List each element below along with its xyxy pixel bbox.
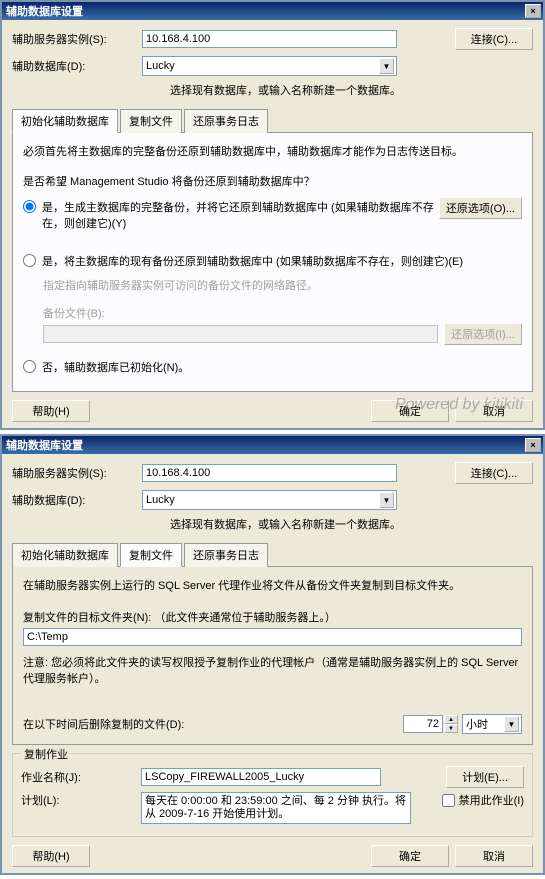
tab-restore-log[interactable]: 还原事务日志	[184, 543, 268, 567]
radio-already-initialized-label: 否，辅助数据库已初始化(N)。	[42, 359, 189, 375]
db-hint: 选择现有数据库，或输入名称新建一个数据库。	[170, 516, 533, 532]
init-desc: 必须首先将主数据库的完整备份还原到辅助数据库中，辅助数据库才能作为日志传送目标。	[23, 143, 522, 159]
copy-job-group-title: 复制作业	[21, 746, 71, 762]
init-question: 是否希望 Management Studio 将备份还原到辅助数据库中？	[23, 173, 522, 189]
tab-pane-initialize: 必须首先将主数据库的完整备份还原到辅助数据库中，辅助数据库才能作为日志传送目标。…	[12, 133, 533, 392]
spinner-up-icon[interactable]: ▲	[444, 715, 458, 724]
server-instance-input[interactable]	[142, 30, 397, 48]
folder-note: 注意: 您必须将此文件夹的读写权限授予复制作业的代理帐户（通常是辅助服务器实例上…	[23, 654, 522, 686]
backup-file-input	[43, 325, 438, 343]
job-name-input[interactable]	[141, 768, 381, 786]
ok-button[interactable]: 确定	[371, 845, 449, 867]
delete-after-label: 在以下时间后删除复制的文件(D):	[23, 716, 403, 732]
tab-initialize[interactable]: 初始化辅助数据库	[12, 109, 118, 133]
close-icon[interactable]: ×	[525, 438, 541, 452]
tab-pane-copy: 在辅助服务器实例上运行的 SQL Server 代理作业将文件从备份文件夹复制到…	[12, 567, 533, 745]
connect-button[interactable]: 连接(C)...	[455, 462, 533, 484]
help-button[interactable]: 帮助(H)	[12, 400, 90, 422]
dialog-2: 辅助数据库设置 × 辅助服务器实例(S): 连接(C)... 辅助数据库(D):…	[0, 434, 545, 875]
tab-restore-log[interactable]: 还原事务日志	[184, 109, 268, 133]
server-instance-input[interactable]	[142, 464, 397, 482]
copy-desc: 在辅助服务器实例上运行的 SQL Server 代理作业将文件从备份文件夹复制到…	[23, 577, 522, 593]
dialog-body: 辅助服务器实例(S): 连接(C)... 辅助数据库(D): Lucky ▼ 选…	[2, 454, 543, 873]
restore-options-button-2: 还原选项(I)...	[444, 323, 522, 345]
network-path-hint: 指定指向辅助服务器实例可访问的备份文件的网络路径。	[43, 277, 522, 293]
close-icon[interactable]: ×	[525, 4, 541, 18]
spinner-down-icon[interactable]: ▼	[444, 724, 458, 733]
radio-existing-backup[interactable]	[23, 254, 36, 267]
delete-after-value[interactable]	[403, 715, 443, 733]
schedule-button[interactable]: 计划(E)...	[446, 766, 524, 788]
dialog-1: 辅助数据库设置 × 辅助服务器实例(S): 连接(C)... 辅助数据库(D):…	[0, 0, 545, 430]
chevron-down-icon[interactable]: ▼	[379, 58, 394, 74]
folder-label: 复制文件的目标文件夹(N): （此文件夹通常位于辅助服务器上。）	[23, 609, 522, 625]
job-name-label: 作业名称(J):	[21, 769, 141, 785]
tab-initialize[interactable]: 初始化辅助数据库	[12, 543, 118, 567]
chevron-down-icon[interactable]: ▼	[379, 492, 394, 508]
folder-input[interactable]	[23, 628, 522, 646]
tab-bar: 初始化辅助数据库 复制文件 还原事务日志	[12, 108, 533, 133]
radio-existing-backup-label: 是，将主数据库的现有备份还原到辅助数据库中 (如果辅助数据库不存在，则创建它)(…	[42, 253, 522, 269]
disable-job-checkbox[interactable]	[442, 794, 455, 807]
copy-job-group: 复制作业 作业名称(J): 计划(E)... 计划(L): 每天在 0:00:0…	[12, 753, 533, 837]
backup-file-label: 备份文件(B):	[43, 305, 522, 321]
schedule-label: 计划(L):	[21, 792, 141, 808]
tab-copy-files[interactable]: 复制文件	[120, 543, 182, 567]
db-label: 辅助数据库(D):	[12, 492, 142, 508]
secondary-db-combo[interactable]: Lucky ▼	[142, 490, 397, 510]
secondary-db-value: Lucky	[146, 60, 175, 72]
title-bar: 辅助数据库设置 ×	[2, 2, 543, 20]
radio-full-backup[interactable]	[23, 200, 36, 213]
db-hint: 选择现有数据库，或输入名称新建一个数据库。	[170, 82, 533, 98]
cancel-button[interactable]: 取消	[455, 400, 533, 422]
cancel-button[interactable]: 取消	[455, 845, 533, 867]
tab-bar: 初始化辅助数据库 复制文件 还原事务日志	[12, 542, 533, 567]
server-label: 辅助服务器实例(S):	[12, 31, 142, 47]
delete-unit-combo[interactable]: 小时 ▼	[462, 714, 522, 734]
title-bar: 辅助数据库设置 ×	[2, 436, 543, 454]
secondary-db-combo[interactable]: Lucky ▼	[142, 56, 397, 76]
ok-button[interactable]: 确定	[371, 400, 449, 422]
server-label: 辅助服务器实例(S):	[12, 465, 142, 481]
restore-options-button-1[interactable]: 还原选项(O)...	[439, 197, 522, 219]
tab-copy-files[interactable]: 复制文件	[120, 109, 182, 133]
help-button[interactable]: 帮助(H)	[12, 845, 90, 867]
db-label: 辅助数据库(D):	[12, 58, 142, 74]
connect-button[interactable]: 连接(C)...	[455, 28, 533, 50]
schedule-text: 每天在 0:00:00 和 23:59:00 之间、每 2 分钟 执行。将从 2…	[141, 792, 411, 824]
secondary-db-value: Lucky	[146, 494, 175, 506]
window-title: 辅助数据库设置	[6, 437, 83, 453]
delete-after-spinner[interactable]: ▲ ▼	[403, 715, 458, 733]
radio-full-backup-label: 是，生成主数据库的完整备份，并将它还原到辅助数据库中 (如果辅助数据库不存在，则…	[42, 199, 439, 231]
disable-job-label: 禁用此作业(I)	[459, 792, 524, 808]
dialog-body: 辅助服务器实例(S): 连接(C)... 辅助数据库(D): Lucky ▼ 选…	[2, 20, 543, 428]
window-title: 辅助数据库设置	[6, 3, 83, 19]
radio-already-initialized[interactable]	[23, 360, 36, 373]
chevron-down-icon[interactable]: ▼	[504, 716, 519, 732]
delete-unit-value: 小时	[466, 716, 488, 732]
